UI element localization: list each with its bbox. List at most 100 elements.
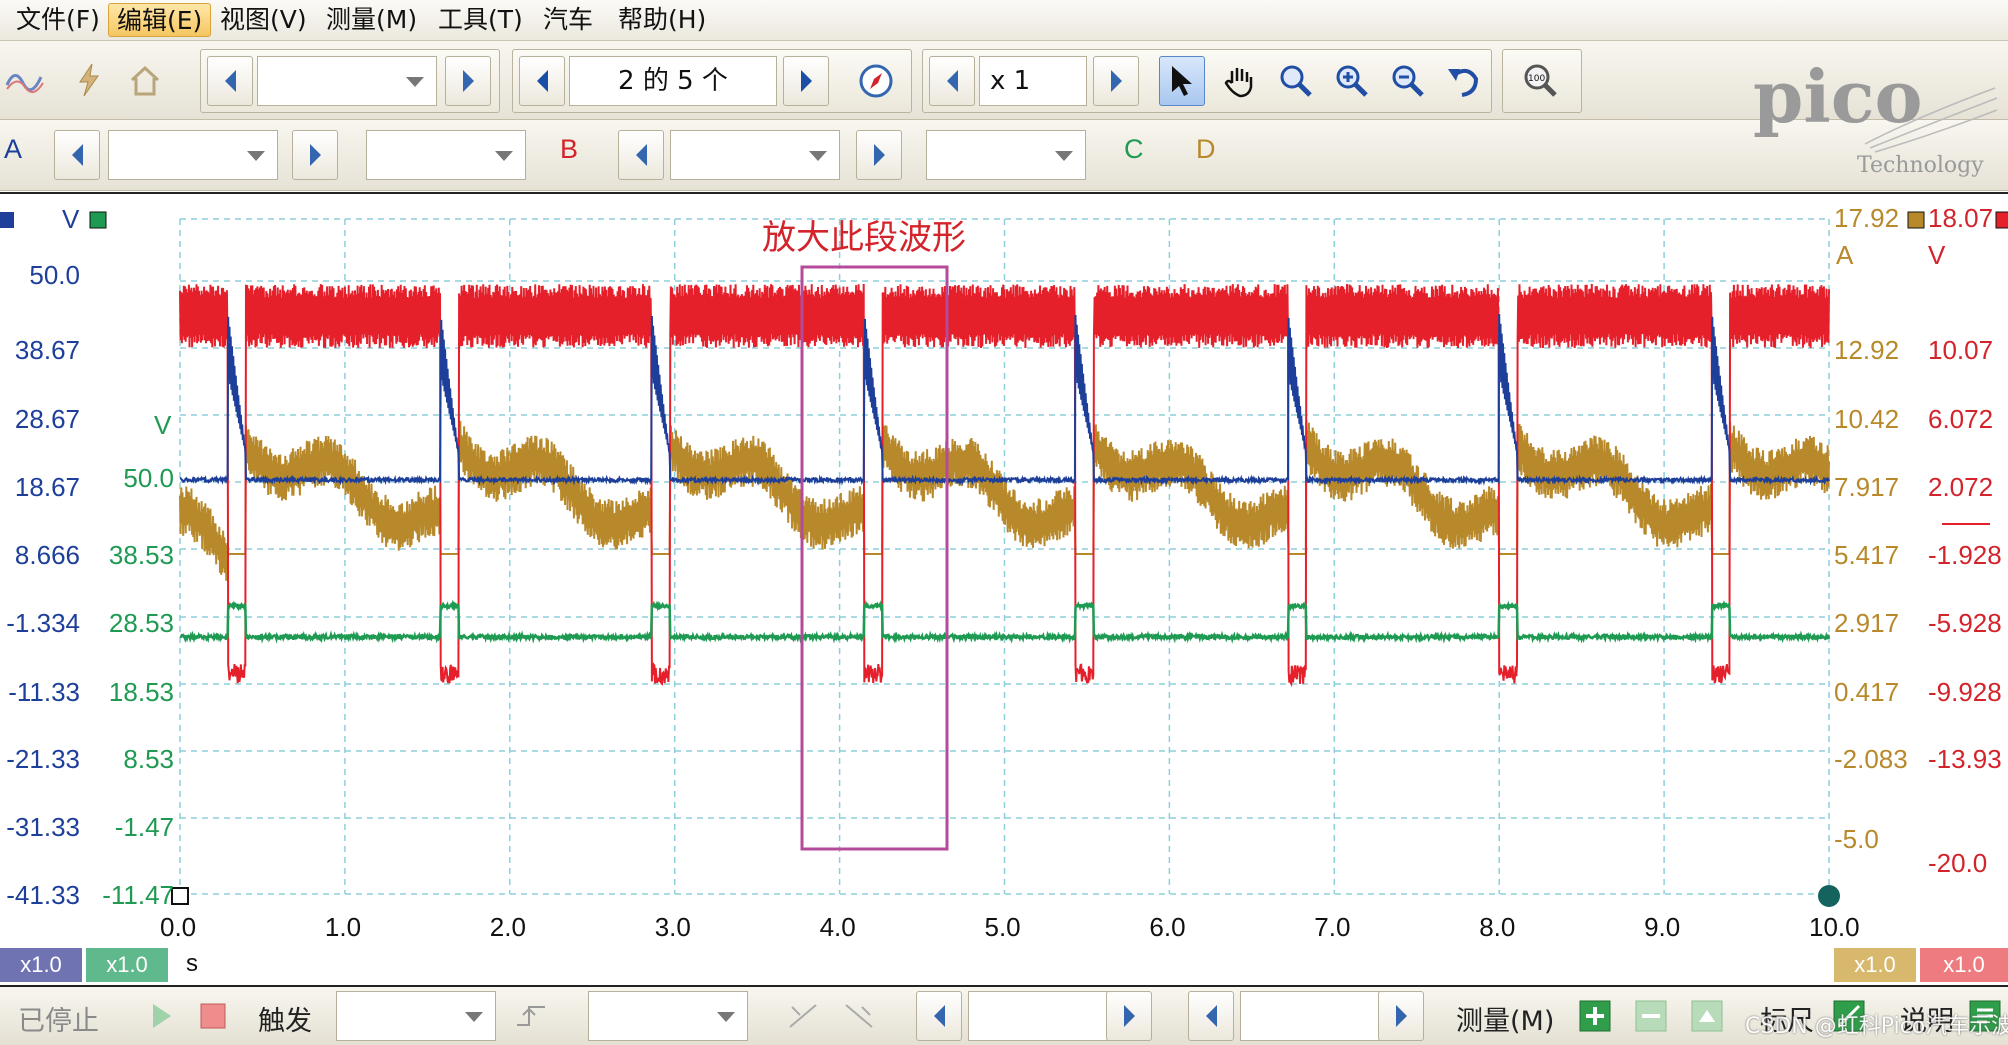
zoom-100-icon[interactable]: 100 bbox=[1517, 56, 1563, 106]
axis-d-unit: A bbox=[1836, 240, 1854, 270]
pico-logo: pico Technology bbox=[1745, 48, 2003, 180]
zoom-next-button[interactable] bbox=[1093, 56, 1139, 106]
trigger-rising-icon[interactable] bbox=[780, 991, 826, 1041]
measurements-label: 测量(M) bbox=[1456, 1006, 1555, 1037]
buffer-number-field[interactable]: 2 的 5 个 bbox=[569, 56, 777, 106]
zoom-area-icon[interactable] bbox=[1273, 56, 1319, 106]
channel-d-scale[interactable]: x1.0 bbox=[1834, 948, 1916, 982]
pretrigger-prev-button[interactable] bbox=[1188, 991, 1234, 1041]
pointer-tool-icon[interactable] bbox=[1159, 56, 1205, 106]
zoom-in-icon[interactable] bbox=[1329, 56, 1375, 106]
pretrigger-field[interactable] bbox=[1240, 991, 1380, 1041]
zoom-factor-field[interactable]: x 1 bbox=[979, 56, 1087, 106]
remove-measurement-icon[interactable] bbox=[1628, 991, 1674, 1041]
channel-b-scale[interactable]: x1.0 bbox=[1920, 948, 2008, 982]
timebase-prev-button[interactable] bbox=[207, 56, 253, 106]
channel-b-label[interactable]: B bbox=[560, 134, 578, 165]
axis-c-tick-label: -1.47 bbox=[114, 812, 174, 842]
axis-c-tick-label: 28.53 bbox=[108, 608, 174, 638]
hand-tool-icon[interactable] bbox=[1217, 56, 1263, 106]
axis-c-tick-label: 18.53 bbox=[108, 677, 174, 707]
add-measurement-icon[interactable] bbox=[1572, 991, 1618, 1041]
trigger-source-dropdown[interactable] bbox=[588, 991, 748, 1041]
time-tick-label: 7.0 bbox=[1314, 912, 1351, 942]
channel-a-next-button[interactable] bbox=[292, 130, 338, 180]
axis-d-tick-label: 10.42 bbox=[1834, 404, 1900, 434]
channel-b-prev-button[interactable] bbox=[618, 130, 664, 180]
axis-a-tick-label: 18.67 bbox=[14, 472, 80, 502]
axis-b-tick-label: 2.072 bbox=[1928, 472, 1994, 502]
axis-b-tick-label: 18.07 bbox=[1928, 203, 1994, 233]
menu-file[interactable]: 文件(F) bbox=[8, 3, 108, 37]
channel-c-color-box bbox=[89, 211, 107, 229]
time-tick-label: 4.0 bbox=[819, 912, 856, 942]
channel-b-coupling-dropdown[interactable] bbox=[926, 130, 1086, 180]
buffer-prev-button[interactable] bbox=[519, 56, 565, 106]
compass-icon[interactable] bbox=[853, 56, 899, 106]
channel-a-coupling-dropdown[interactable] bbox=[366, 130, 526, 180]
menu-automotive[interactable]: 汽车 bbox=[535, 3, 601, 37]
logo-brand-text: pico bbox=[1753, 54, 1923, 139]
axis-c-tick-label: 50.0 bbox=[123, 463, 174, 493]
axis-d-tick-label: -5.0 bbox=[1834, 824, 1879, 854]
channel-b-next-button[interactable] bbox=[856, 130, 902, 180]
zoom-prev-button[interactable] bbox=[929, 56, 975, 106]
time-tick-label: 10.0 bbox=[1809, 912, 1860, 942]
axis-d-tick-label: 0.417 bbox=[1834, 677, 1900, 707]
axis-d-tick-label: 5.417 bbox=[1834, 540, 1900, 570]
timebase-dropdown[interactable] bbox=[257, 56, 437, 106]
lightning-icon[interactable] bbox=[66, 55, 112, 105]
axis-d-tick-label: 17.92 bbox=[1834, 203, 1900, 233]
menu-edit[interactable]: 编辑(E) bbox=[108, 3, 212, 37]
menu-view[interactable]: 视图(V) bbox=[212, 3, 315, 37]
watermark-text: CSDN @虹科Pico汽车示波器 bbox=[1745, 1014, 2008, 1039]
scope-mode-icon[interactable] bbox=[2, 55, 48, 105]
channel-a-label[interactable]: A bbox=[4, 134, 22, 165]
timebase-group bbox=[200, 49, 500, 113]
buffer-group: 2 的 5 个 bbox=[512, 49, 912, 113]
trigger-prev-button[interactable] bbox=[916, 991, 962, 1041]
channel-d-label[interactable]: D bbox=[1196, 134, 1216, 165]
axis-b-tick-label: -5.928 bbox=[1928, 608, 2002, 638]
start-button[interactable] bbox=[138, 991, 184, 1041]
zoom-out-icon[interactable] bbox=[1385, 56, 1431, 106]
menu-tools[interactable]: 工具(T) bbox=[430, 3, 531, 37]
axis-c-tick-label: -11.47 bbox=[102, 880, 174, 910]
timebase-next-button[interactable] bbox=[445, 56, 491, 106]
menu-measure[interactable]: 测量(M) bbox=[318, 3, 425, 37]
axis-a-tick-label: 38.67 bbox=[14, 335, 80, 365]
pretrigger-next-button[interactable] bbox=[1378, 991, 1424, 1041]
undo-zoom-icon[interactable] bbox=[1441, 56, 1487, 106]
trigger-next-button[interactable] bbox=[1106, 991, 1152, 1041]
channel-c-label[interactable]: C bbox=[1124, 134, 1144, 165]
time-tick-label: 5.0 bbox=[984, 912, 1021, 942]
channel-a-scale[interactable]: x1.0 bbox=[0, 948, 82, 982]
channel-c-scale[interactable]: x1.0 bbox=[86, 948, 168, 982]
axis-c-tick-label: 38.53 bbox=[108, 540, 174, 570]
trigger-edge-icon[interactable] bbox=[510, 991, 556, 1041]
axis-b-tick-label: -20.0 bbox=[1928, 848, 1988, 878]
trigger-mode-dropdown[interactable] bbox=[336, 991, 496, 1041]
channel-toolbar: A B C D bbox=[0, 120, 2008, 191]
waveform-canvas[interactable] bbox=[0, 194, 2008, 949]
menu-help[interactable]: 帮助(H) bbox=[610, 3, 714, 37]
oscilloscope-view[interactable]: 放大此段波形 V V A V 50.0 38.67 28.67 18.67 8.666 -… bbox=[0, 192, 2008, 977]
axis-b-tick-label: -9.928 bbox=[1928, 677, 2002, 707]
channel-b-color-box bbox=[1995, 211, 2008, 229]
buffer-next-button[interactable] bbox=[783, 56, 829, 106]
menu-bar: 文件(F) 编辑(E) 视图(V) 测量(M) 工具(T) 汽车 帮助(H) bbox=[0, 0, 2008, 41]
channel-b-range-dropdown[interactable] bbox=[670, 130, 840, 180]
channel-a-range-dropdown[interactable] bbox=[108, 130, 278, 180]
axis-a-tick-label: -21.33 bbox=[6, 744, 80, 774]
edit-measurement-icon[interactable] bbox=[1684, 991, 1730, 1041]
axis-a-tick-label: 8.666 bbox=[14, 540, 80, 570]
trigger-level-field[interactable] bbox=[968, 991, 1108, 1041]
stop-button[interactable] bbox=[190, 991, 236, 1041]
trigger-falling-icon[interactable] bbox=[836, 991, 882, 1041]
zoom-group: x 1 bbox=[922, 49, 1492, 113]
channel-a-prev-button[interactable] bbox=[54, 130, 100, 180]
status-bar: 已停止 触发 测量(M) 标尺 说明 bbox=[0, 985, 2008, 1045]
axis-a-tick-label: -1.334 bbox=[6, 608, 80, 638]
home-icon[interactable] bbox=[122, 55, 168, 105]
annotation-text: 放大此段波形 bbox=[762, 218, 966, 258]
